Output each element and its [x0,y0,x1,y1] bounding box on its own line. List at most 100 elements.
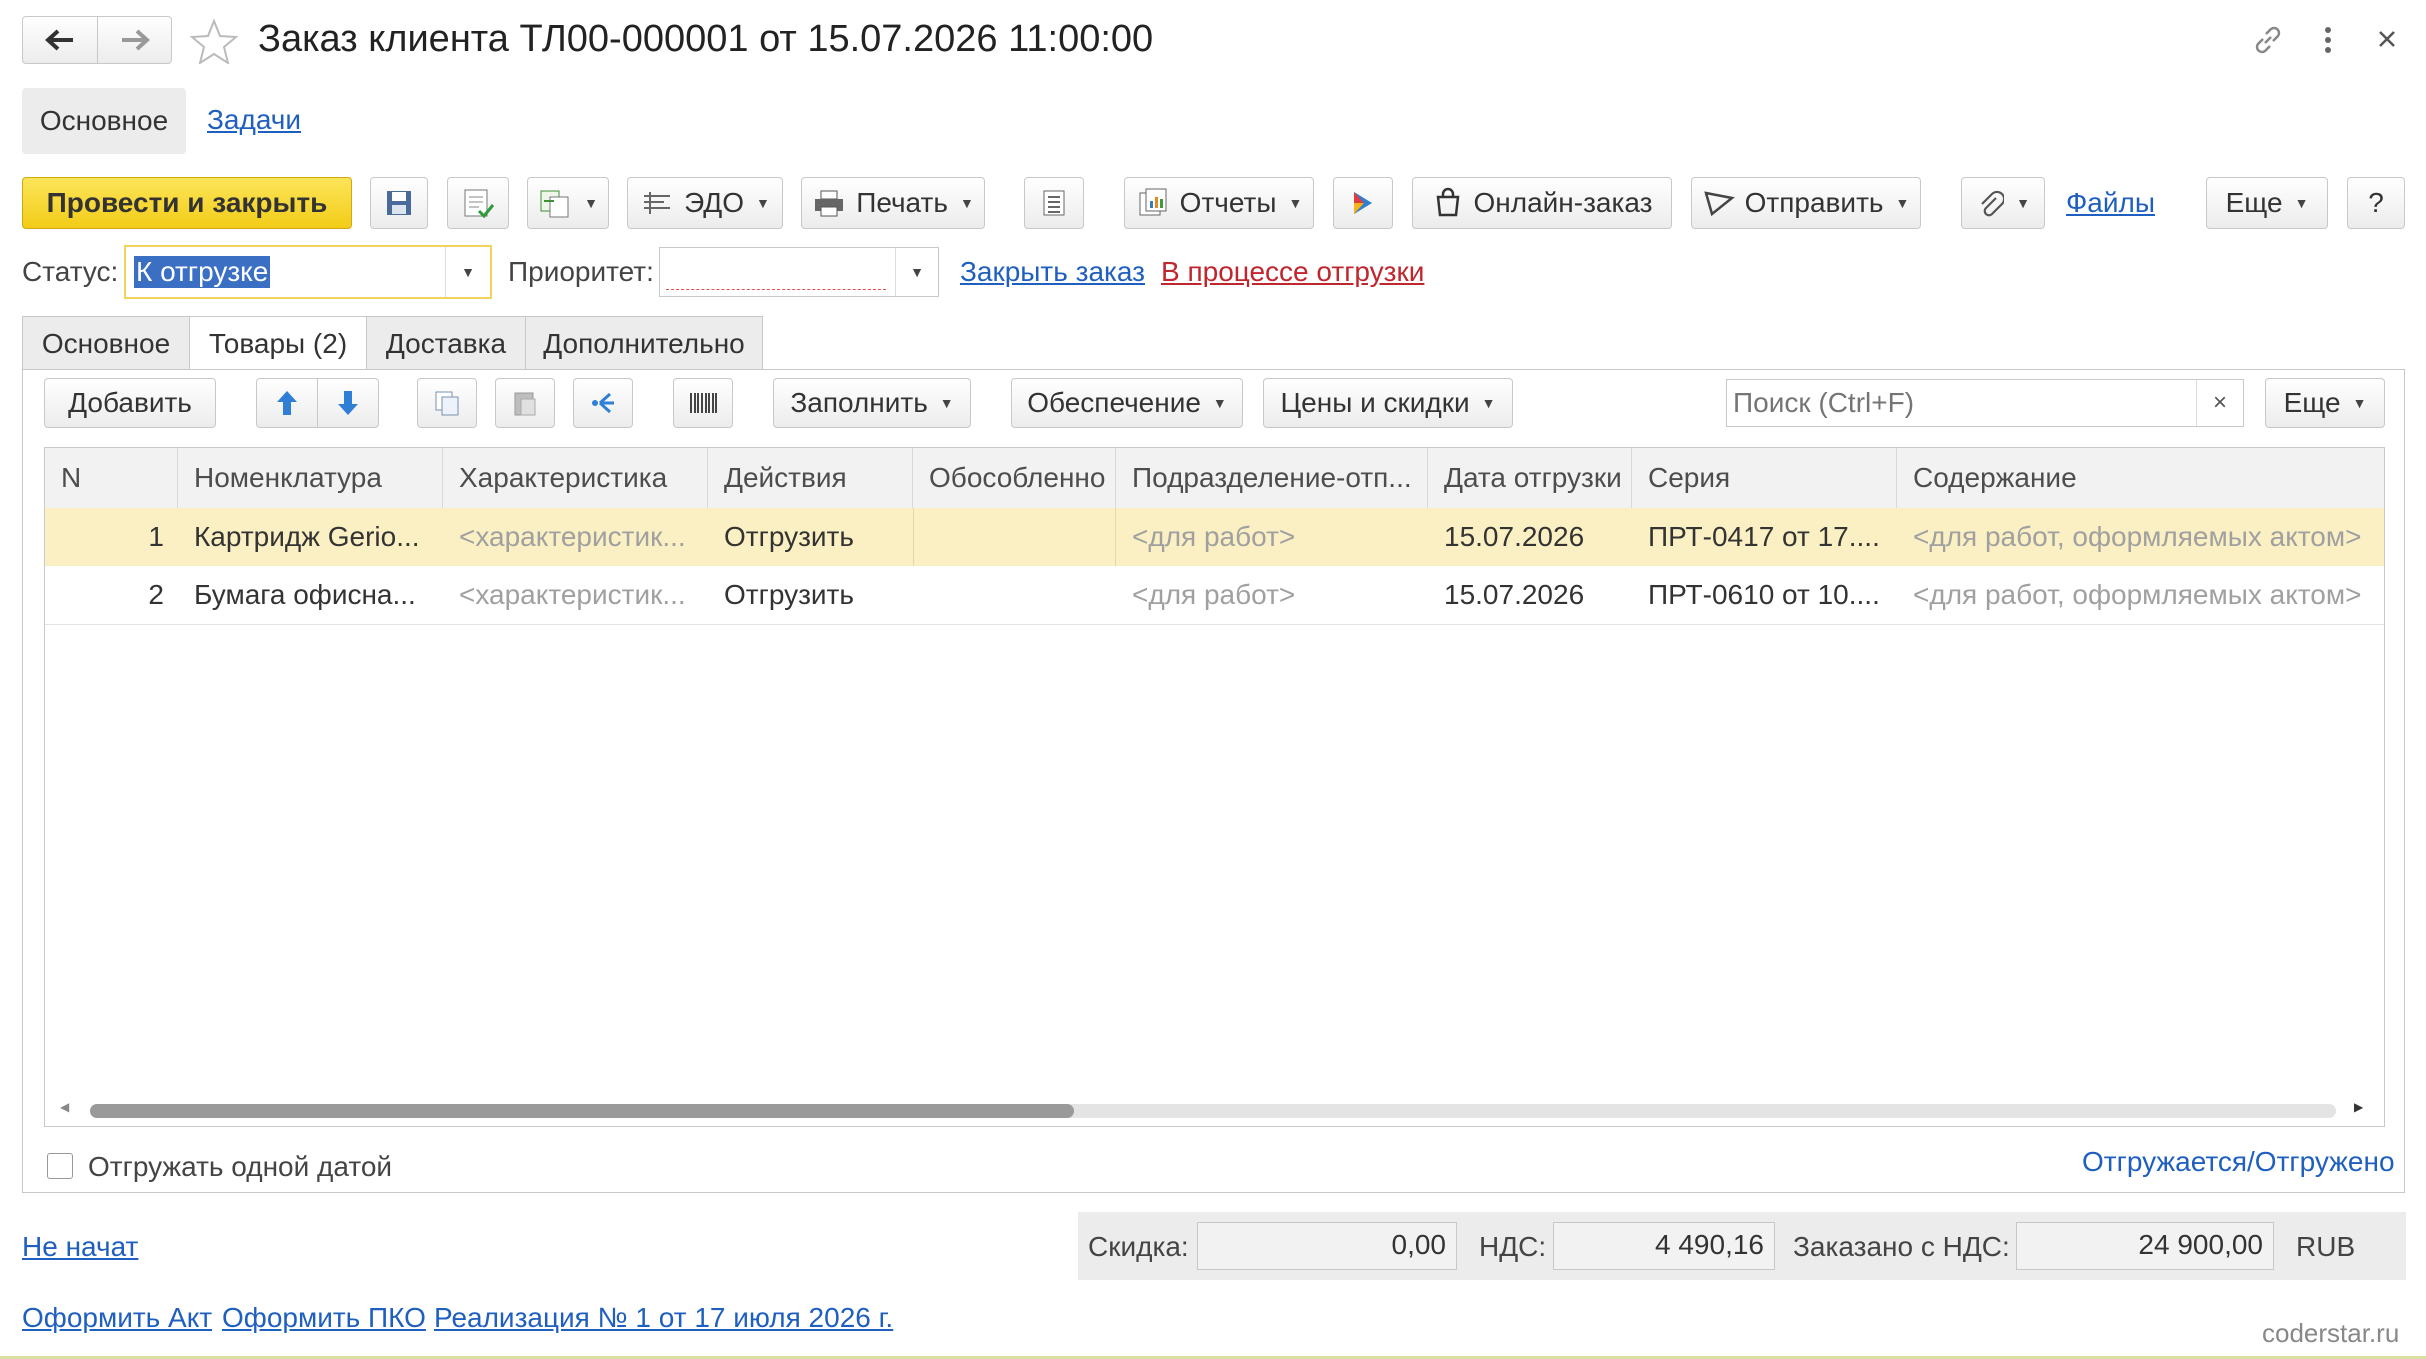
post-and-close-button[interactable]: Провести и закрыть [22,177,352,229]
realization-link[interactable]: Реализация № 1 от 17 июля 2026 г. [434,1302,893,1334]
split-row-button[interactable] [573,378,633,428]
post-button[interactable] [447,177,509,229]
save-button[interactable] [370,177,428,229]
search-box: × [1726,379,2244,427]
tab-goods[interactable]: Товары (2) [189,316,367,370]
copy-rows-button[interactable] [417,378,477,428]
row-number: 1 [148,521,164,552]
shipped-link[interactable]: Отгружается/Отгружено [2082,1146,2395,1178]
paste-rows-button[interactable] [495,378,555,428]
link-icon[interactable] [2250,22,2286,63]
send-button[interactable]: Отправить ▼ [1691,177,1921,229]
back-arrow-icon[interactable] [23,17,98,63]
priority-select[interactable]: ▼ [659,247,939,297]
priority-required-underline [666,289,886,290]
vat-label: НДС: [1479,1231,1547,1262]
send-label: Отправить [1744,187,1884,218]
edo-icon [644,192,671,214]
ship-one-date-label[interactable]: Отгружать одной датой [88,1151,392,1183]
tab-delivery[interactable]: Доставка [366,316,526,370]
prices-discounts-button[interactable]: Цены и скидки ▼ [1263,378,1513,428]
add-button[interactable]: Добавить [44,378,216,428]
col-item[interactable]: Номенклатура [178,448,443,508]
col-actions[interactable]: Действия [708,448,913,508]
row-content: <для работ, оформляемых актом> [1913,579,2362,610]
favorite-star-icon[interactable] [189,18,239,69]
search-input[interactable] [1727,380,2195,426]
reports-button[interactable]: Отчеты ▼ [1124,177,1314,229]
row-ship-date: 15.07.2026 [1444,521,1585,552]
move-down-button[interactable] [317,378,379,428]
move-up-button[interactable] [256,378,318,428]
start-process-button[interactable] [1333,177,1393,229]
online-order-button[interactable]: Онлайн-заказ [1412,177,1672,229]
discount-field: 0,00 [1197,1222,1457,1270]
printer-icon [815,190,844,217]
supply-button[interactable]: Обеспечение ▼ [1011,378,1243,428]
act-link[interactable]: Оформить Акт [22,1302,212,1334]
row-number: 2 [148,579,164,610]
attach-button[interactable]: ▼ [1961,177,2045,229]
tab-additional[interactable]: Дополнительно [525,316,763,370]
close-order-link[interactable]: Закрыть заказ [960,256,1145,288]
goods-more-button[interactable]: Еще ▼ [2265,378,2385,428]
not-started-link[interactable]: Не начат [22,1231,138,1263]
chevron-down-icon: ▼ [959,195,974,211]
col-characteristic[interactable]: Характеристика [443,448,708,508]
scrollbar-thumb[interactable] [90,1104,1074,1118]
tab-goods-label: Товары (2) [208,328,348,359]
scroll-left-icon[interactable]: ◀ [60,1100,69,1114]
tab-main-label: Основное [41,328,171,359]
priority-dropdown-icon[interactable]: ▼ [895,248,938,296]
in-progress-link[interactable]: В процессе отгрузки [1161,256,1424,288]
nav-main[interactable]: Основное [22,88,186,154]
status-dropdown-icon[interactable]: ▼ [445,247,490,297]
row-division: <для работ> [1132,521,1296,552]
forward-arrow-icon[interactable] [98,17,172,63]
search-clear-icon[interactable]: × [2196,380,2243,426]
structure-icon [1043,190,1065,216]
chevron-down-icon: ▼ [1288,195,1303,211]
tab-delivery-label: Доставка [385,328,507,359]
watermark: coderstar.ru [2262,1318,2400,1348]
edo-label: ЭДО [684,187,745,218]
row-division: <для работ> [1132,579,1296,610]
online-order-label: Онлайн-заказ [1473,187,1653,218]
nav-tasks-link[interactable]: Задачи [207,104,301,136]
col-content[interactable]: Содержание [1897,448,2384,508]
chevron-down-icon: ▼ [939,395,954,411]
window-title: Заказ клиента ТЛ00-000001 от 15.07.2026 … [258,18,1154,60]
barcode-button[interactable] [673,378,733,428]
fill-label: Заполнить [790,387,928,418]
arrow-down-icon [338,391,358,415]
col-ship-date[interactable]: Дата отгрузки [1428,448,1632,508]
edo-button[interactable]: ЭДО ▼ [627,177,783,229]
fill-button[interactable]: Заполнить ▼ [773,378,971,428]
row-item: Картридж Gerio... [194,521,420,552]
chevron-down-icon: ▼ [1481,395,1496,411]
reports-label: Отчеты [1179,187,1277,218]
tab-main[interactable]: Основное [22,316,190,370]
row-action: Отгрузить [724,579,854,610]
ship-one-date-checkbox[interactable] [47,1153,73,1179]
scroll-right-icon[interactable]: ▶ [2354,1100,2363,1114]
print-button[interactable]: Печать ▼ [801,177,985,229]
col-n[interactable]: N [45,448,178,508]
create-based-on-button[interactable]: ▼ [527,177,609,229]
row-ship-date: 15.07.2026 [1444,579,1585,610]
document-structure-button[interactable] [1024,177,1084,229]
pko-link[interactable]: Оформить ПКО [222,1302,426,1334]
row-action: Отгрузить [724,521,854,552]
help-button[interactable]: ? [2347,177,2405,229]
files-link[interactable]: Файлы [2066,187,2155,219]
status-select[interactable]: К отгрузке ▼ [124,245,492,299]
paperclip-icon [1981,190,2005,217]
arrow-up-icon [277,391,297,415]
col-series[interactable]: Серия [1632,448,1897,508]
split-icon [592,392,614,414]
col-division[interactable]: Подразделение-отп... [1116,448,1428,508]
more-button[interactable]: Еще ▼ [2206,177,2328,229]
more-vertical-icon[interactable] [2318,22,2338,63]
close-icon[interactable] [2372,24,2402,59]
col-separate[interactable]: Обособленно [913,448,1116,508]
